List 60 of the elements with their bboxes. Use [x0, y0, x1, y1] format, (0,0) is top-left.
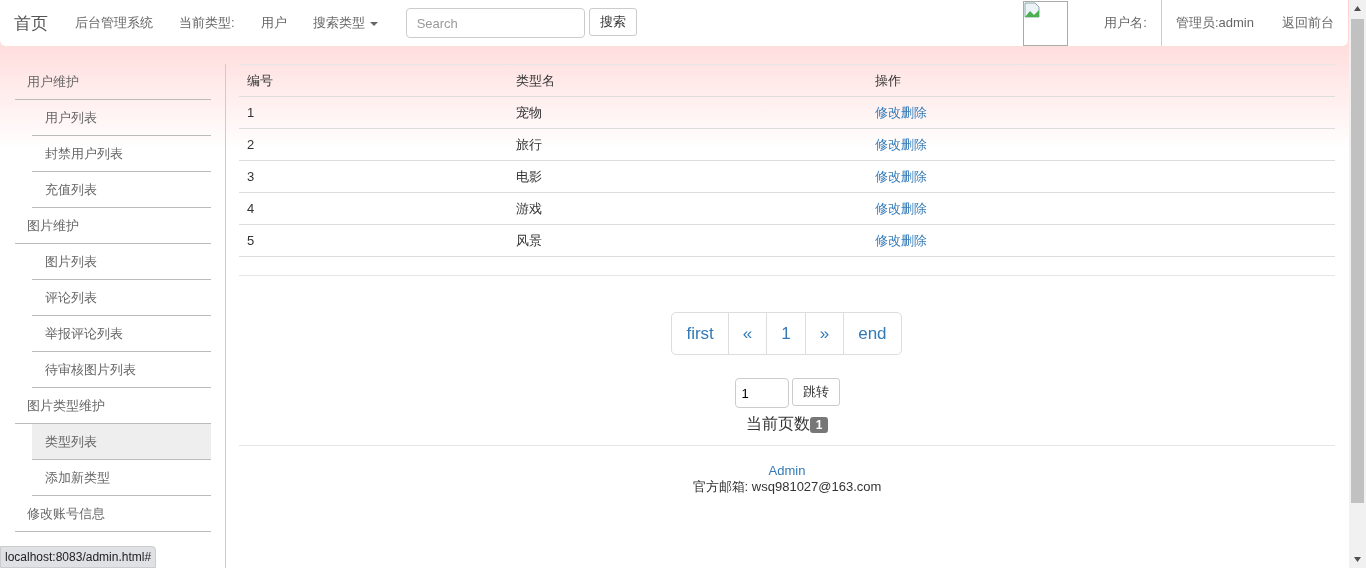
jump-button[interactable]: 跳转	[791, 378, 840, 406]
table-cell: 3	[239, 160, 508, 193]
table-cell: 2	[239, 128, 508, 161]
page-badge: 1	[809, 416, 829, 433]
page-link[interactable]: 1	[766, 312, 806, 355]
nav-link[interactable]: 后台管理系统	[75, 14, 153, 32]
sidebar-item[interactable]: 评论列表	[32, 280, 211, 316]
sidebar-item[interactable]: 图片维护	[15, 208, 211, 244]
edit-link[interactable]: 修改	[875, 200, 901, 216]
delete-link[interactable]: 删除	[901, 104, 927, 120]
table-cell: 风景	[508, 224, 867, 257]
edit-link[interactable]: 修改	[875, 168, 901, 184]
sidebar-item[interactable]: 待审核图片列表	[32, 352, 211, 388]
table-cell: 电影	[508, 160, 867, 193]
sidebar-item[interactable]: 用户维护	[15, 64, 211, 100]
edit-link[interactable]: 修改	[875, 104, 901, 120]
page-link[interactable]: first	[671, 312, 729, 355]
brand-link[interactable]: 首页	[14, 11, 48, 35]
dropdown-toggle[interactable]: 搜索类型	[312, 14, 378, 32]
sidebar-item[interactable]: 添加新类型	[32, 460, 211, 496]
delete-link[interactable]: 删除	[901, 232, 927, 248]
page-link[interactable]: end	[843, 312, 902, 355]
sidebar-item[interactable]: 用户列表	[32, 100, 211, 136]
delete-link[interactable]: 删除	[901, 200, 927, 216]
search-button[interactable]: 搜索	[588, 8, 637, 36]
column-header: 编号	[239, 64, 508, 97]
caret-icon	[369, 21, 378, 26]
nav-link[interactable]: 用户	[260, 14, 287, 32]
table-cell: 游戏	[508, 192, 867, 225]
page-link[interactable]: «	[727, 312, 768, 355]
nav-text: 用户名:	[1103, 14, 1148, 32]
column-header: 操作	[867, 64, 1335, 97]
scrollbar[interactable]	[1349, 0, 1366, 568]
current-page-label: 当前页数	[745, 414, 810, 434]
table-cell: 宠物	[508, 96, 867, 129]
column-header: 类型名	[508, 64, 867, 97]
page-link[interactable]: »	[804, 312, 845, 355]
sidebar-item[interactable]: 类型列表	[32, 424, 211, 460]
nav-link[interactable]: 返回前台	[1268, 0, 1348, 46]
nav-text: 当前类型:	[179, 14, 235, 32]
page-number-field[interactable]: 1	[734, 378, 789, 408]
admin-link[interactable]: Admin	[768, 463, 806, 478]
delete-link[interactable]: 删除	[901, 136, 927, 152]
broken-image-icon	[1024, 1, 1041, 18]
table-cell: 5	[239, 224, 508, 257]
nav-link[interactable]: 管理员:admin	[1161, 0, 1268, 46]
sidebar-item[interactable]: 图片列表	[32, 244, 211, 280]
table-cell: 1	[239, 96, 508, 129]
table-cell: 4	[239, 192, 508, 225]
table-cell: 旅行	[508, 128, 867, 161]
sidebar-item[interactable]: 修改账号信息	[15, 496, 211, 532]
status-url-tooltip: localhost:8083/admin.html#	[0, 546, 157, 568]
sidebar-item[interactable]: 封禁用户列表	[32, 136, 211, 172]
sidebar-item[interactable]: 举报评论列表	[32, 316, 211, 352]
edit-link[interactable]: 修改	[875, 232, 901, 248]
search-field[interactable]: Search	[405, 8, 585, 38]
footer-email: 官方邮箱: wsq981027@163.com	[692, 478, 882, 496]
delete-link[interactable]: 删除	[901, 168, 927, 184]
sidebar-item[interactable]: 充值列表	[32, 172, 211, 208]
edit-link[interactable]: 修改	[875, 136, 901, 152]
